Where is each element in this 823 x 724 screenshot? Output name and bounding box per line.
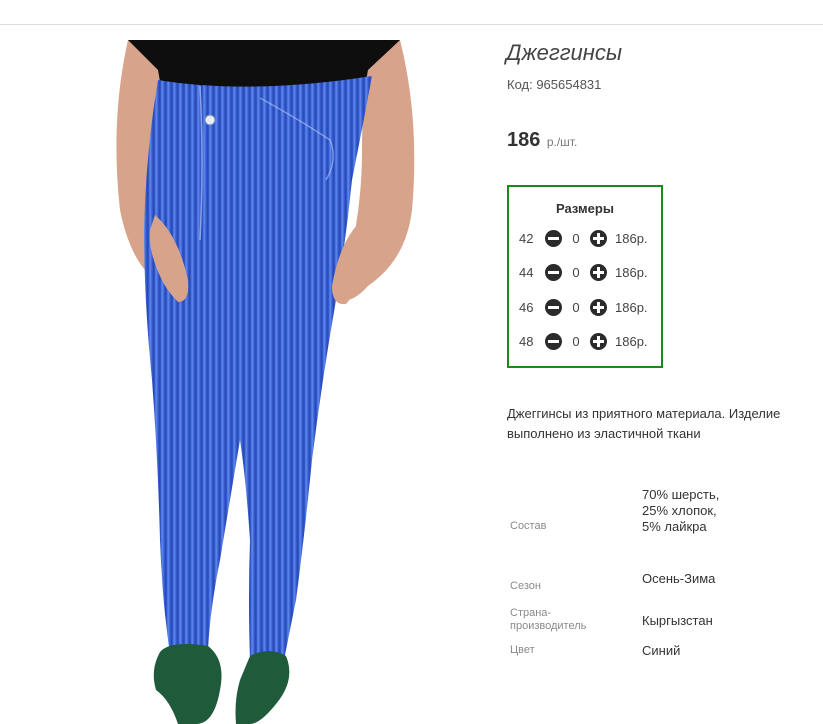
- sizes-title: Размеры: [556, 201, 614, 216]
- quantity-value[interactable]: 0: [562, 300, 590, 315]
- attr-value-country: Кыргызстан: [642, 613, 713, 628]
- size-label: 44: [519, 264, 534, 280]
- quantity-value[interactable]: 0: [562, 265, 590, 280]
- size-row-42: 42 0 186р.: [519, 228, 648, 248]
- price-value: 186: [507, 129, 541, 151]
- product-description: Джеггинсы из приятного материала. Издели…: [507, 406, 781, 441]
- plus-circle-icon[interactable]: [590, 229, 607, 247]
- size-label: 46: [519, 299, 534, 315]
- attr-label-season: Сезон: [510, 580, 541, 592]
- product-photo: [116, 40, 415, 724]
- size-price: 186р.: [615, 264, 648, 280]
- attr-value-season: Осень-Зима: [642, 571, 716, 586]
- product-page: Джеггинсы Код: 965654831 186 р./шт. Разм…: [0, 0, 823, 724]
- top-divider: [0, 24, 823, 25]
- product-sku: Код: 965654831: [507, 77, 602, 92]
- product-title: Джеггинсы: [506, 40, 623, 65]
- sizes-selector: Размеры 42 0 186р. 44 0 186р. 46 0 186р.…: [507, 185, 663, 368]
- size-price: 186р.: [615, 230, 648, 246]
- size-label: 48: [519, 333, 534, 349]
- minus-circle-icon[interactable]: [545, 263, 562, 281]
- attr-label-composition: Состав: [510, 520, 547, 532]
- attr-label-color: Цвет: [510, 644, 535, 656]
- attr-label-country: Страна-производитель: [510, 607, 587, 632]
- attr-value-composition: 70% шерсть, 25% хлопок, 5% лайкра: [642, 487, 720, 534]
- size-row-46: 46 0 186р.: [519, 297, 648, 317]
- product-price: 186 р./шт.: [507, 129, 577, 152]
- minus-circle-icon[interactable]: [545, 229, 562, 247]
- size-price: 186р.: [615, 299, 648, 315]
- size-row-44: 44 0 186р.: [519, 262, 648, 282]
- quantity-value[interactable]: 0: [562, 231, 590, 246]
- plus-circle-icon[interactable]: [590, 298, 607, 316]
- quantity-value[interactable]: 0: [562, 334, 590, 349]
- minus-circle-icon[interactable]: [545, 298, 562, 316]
- plus-circle-icon[interactable]: [590, 263, 607, 281]
- price-unit: р./шт.: [546, 135, 578, 149]
- size-row-48: 48 0 186р.: [519, 331, 648, 351]
- size-price: 186р.: [615, 333, 648, 349]
- minus-circle-icon[interactable]: [545, 332, 562, 350]
- size-label: 42: [519, 230, 534, 246]
- attr-value-color: Синий: [642, 643, 681, 658]
- plus-circle-icon[interactable]: [590, 332, 607, 350]
